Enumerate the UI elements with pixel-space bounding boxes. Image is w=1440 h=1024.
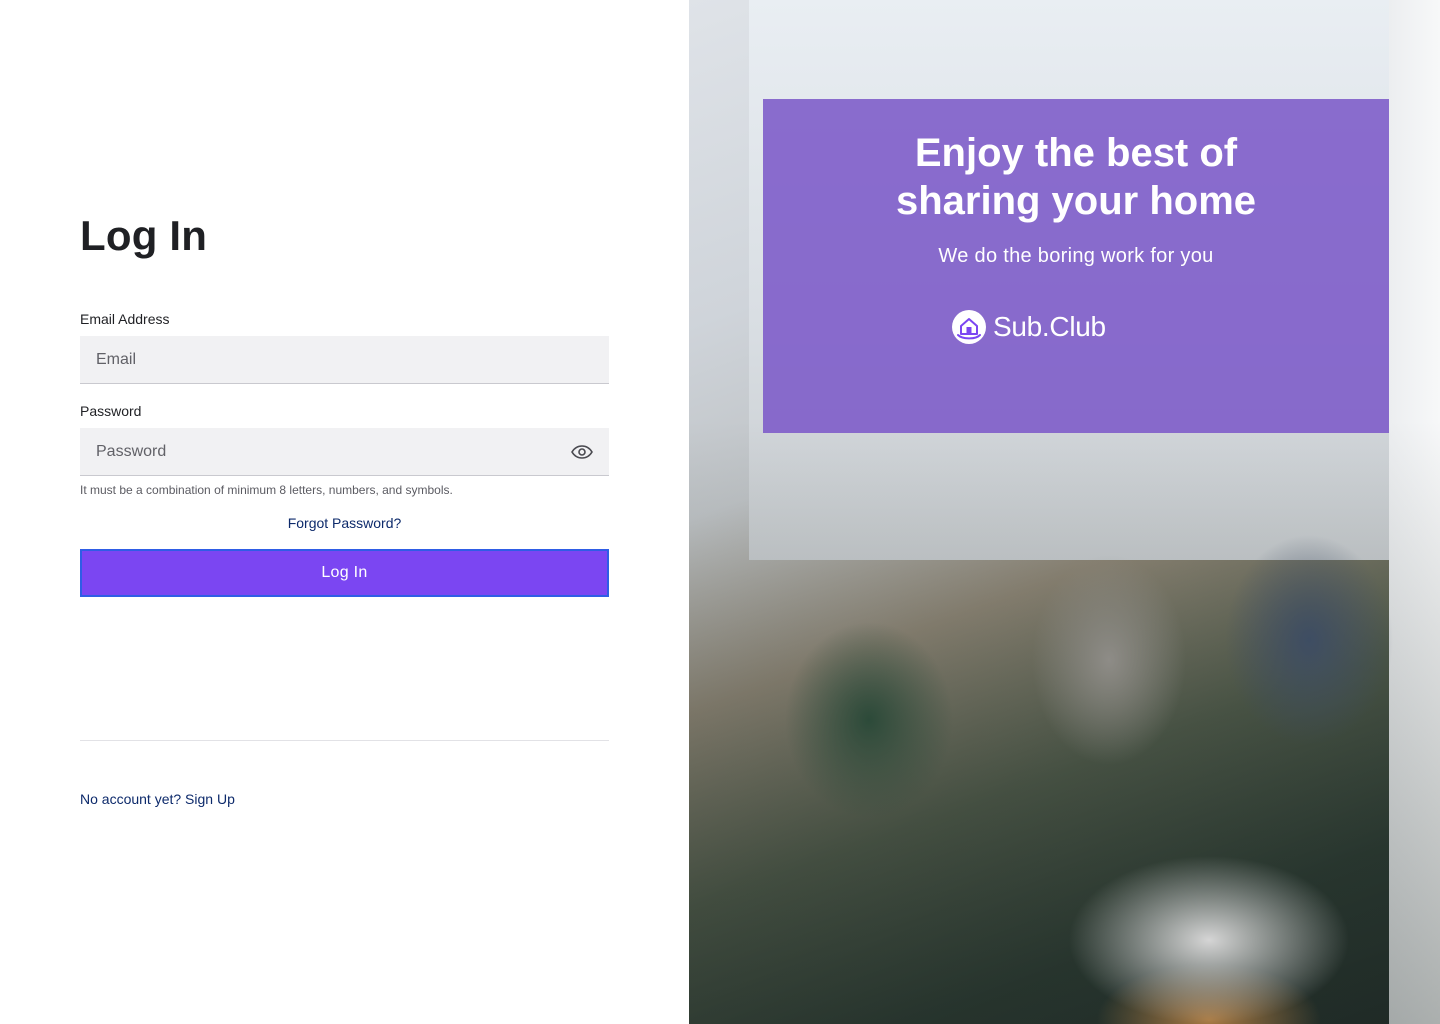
page-title: Log In bbox=[80, 212, 208, 259]
signup-link[interactable]: No account yet? Sign Up bbox=[80, 791, 235, 807]
eye-icon[interactable] bbox=[571, 442, 593, 462]
login-panel: Log In Email Address Password It must be… bbox=[0, 0, 689, 1024]
divider bbox=[80, 740, 609, 741]
email-field-container bbox=[80, 336, 609, 384]
password-label: Password bbox=[80, 403, 142, 419]
password-field-container bbox=[80, 428, 609, 476]
hero-overlay: Enjoy the best of sharing your home We d… bbox=[763, 99, 1389, 433]
hero-subtitle: We do the boring work for you bbox=[938, 245, 1214, 267]
forgot-password-link[interactable]: Forgot Password? bbox=[80, 515, 609, 531]
hero-title-line-1: Enjoy the best of bbox=[914, 131, 1238, 175]
brand: Sub.Club bbox=[951, 309, 1106, 345]
brand-name: Sub.Club bbox=[993, 311, 1106, 342]
hero-title-line-2: sharing your home bbox=[895, 179, 1257, 223]
photo-people-area bbox=[689, 420, 1440, 1024]
password-hint: It must be a combination of minimum 8 le… bbox=[80, 483, 453, 497]
brand-logo-icon bbox=[952, 310, 986, 344]
email-input[interactable] bbox=[80, 336, 609, 383]
login-button[interactable]: Log In bbox=[80, 549, 609, 597]
hero-title: Enjoy the best of sharing your home bbox=[763, 129, 1389, 225]
password-input[interactable] bbox=[80, 428, 609, 475]
email-label: Email Address bbox=[80, 311, 170, 327]
